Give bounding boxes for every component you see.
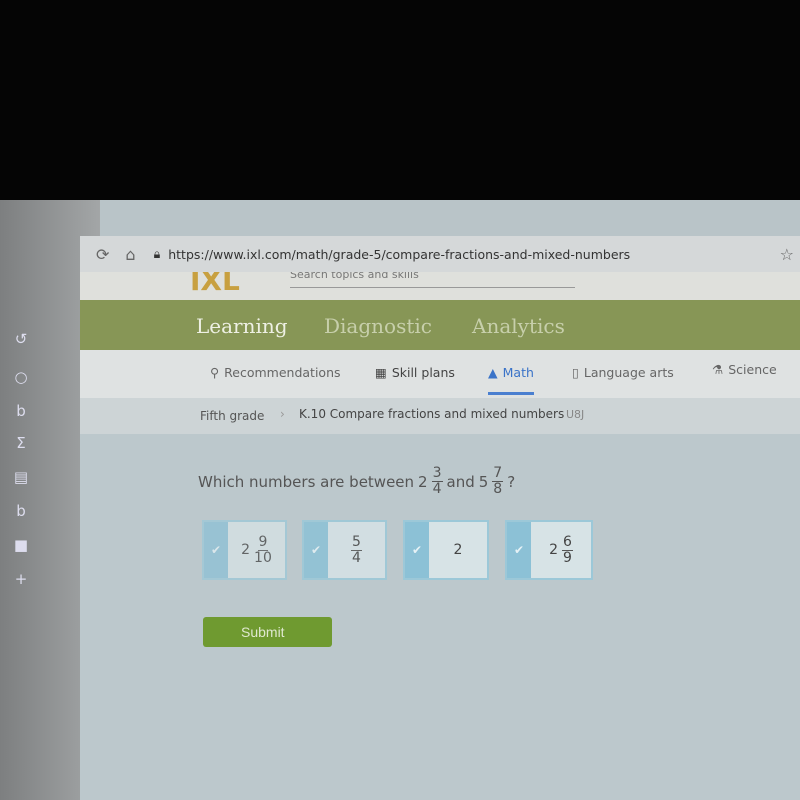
fraction: 69 — [562, 533, 573, 566]
circle-icon[interactable]: ○ — [12, 368, 30, 386]
browser-toolbar: ⟳ ⌂ 🔒︎ https://www.ixl.com/math/grade-5/… — [80, 236, 800, 272]
whole: 2 — [549, 542, 558, 558]
check-icon: ✔ — [304, 522, 328, 578]
fraction: 54 — [351, 533, 362, 566]
numerator: 5 — [351, 533, 362, 551]
check-icon: ✔ — [507, 522, 531, 578]
skill-plans-icon: ▦ — [375, 365, 387, 380]
whole: 2 — [241, 542, 251, 558]
recommendations-icon: ⚲ — [210, 365, 220, 380]
subject-nav: ⚲ Recommendations ▦ Skill plans ▲ Math ▯ Lan… — [80, 350, 800, 398]
breadcrumb: Fifth grade › K.10 Compare fractions and… — [80, 398, 800, 434]
answer-option[interactable]: ✔ 2 — [403, 520, 489, 580]
square-icon[interactable]: ■ — [12, 536, 30, 554]
whole: 2 — [418, 472, 428, 491]
nav-language-arts[interactable]: ▯ Language arts — [572, 365, 674, 380]
tab-diagnostic[interactable]: Diagnostic — [324, 314, 432, 338]
denominator: 4 — [352, 549, 361, 566]
nav-label: Language arts — [583, 365, 674, 380]
search-input[interactable]: Search topics and skills — [290, 272, 575, 288]
math-pyramid-icon: ▲ — [488, 365, 498, 380]
nav-math[interactable]: ▲ Math — [488, 365, 534, 395]
reload-icon[interactable]: ⟳ — [96, 245, 109, 264]
denominator: 4 — [432, 481, 442, 497]
denominator: 8 — [493, 481, 503, 497]
answer-option[interactable]: ✔ 2 9 10 — [202, 520, 287, 580]
star-icon[interactable]: ☆ — [780, 245, 794, 264]
answer-option[interactable]: ✔ 54 — [302, 520, 387, 580]
site-header: IXL Search topics and skills — [80, 272, 800, 300]
question: Which numbers are between 2 34 and 5 78 … — [198, 466, 515, 497]
numerator: 3 — [431, 465, 443, 482]
nav-label: Math — [502, 365, 534, 380]
numerator: 6 — [562, 533, 573, 551]
book-icon: ▯ — [572, 365, 579, 380]
fraction: 34 — [431, 465, 443, 497]
sigma-icon[interactable]: Σ — [12, 434, 30, 452]
whole: 5 — [478, 472, 489, 491]
nav-skill-plans[interactable]: ▦ Skill plans — [375, 365, 455, 380]
ixl-logo[interactable]: IXL — [190, 272, 270, 294]
nav-label: Science — [728, 362, 777, 377]
numerator: 7 — [492, 465, 504, 482]
nav-label: Skill plans — [391, 365, 455, 380]
nav-recommendations[interactable]: ⚲ Recommendations — [210, 365, 341, 380]
question-text: Which numbers are between — [198, 472, 415, 491]
numerator: 9 — [257, 533, 269, 551]
answer-option[interactable]: ✔ 269 — [505, 520, 593, 580]
flask-icon: ⚗ — [712, 362, 724, 377]
denominator: 9 — [563, 549, 572, 566]
pen-icon[interactable]: b — [12, 402, 30, 420]
fraction: 78 — [492, 465, 504, 497]
pen-icon[interactable]: b — [12, 502, 30, 520]
tab-analytics[interactable]: Analytics — [472, 314, 565, 338]
check-icon: ✔ — [405, 522, 429, 578]
lock-icon: 🔒︎ — [153, 246, 161, 261]
main-tabs: Learning Diagnostic Analytics — [80, 300, 800, 350]
nav-science[interactable]: ⚗ Science — [712, 362, 777, 377]
address-bar[interactable]: 🔒︎ https://www.ixl.com/math/grade-5/comp… — [154, 246, 631, 262]
skill-code: U8J — [566, 408, 585, 421]
home-icon[interactable]: ⌂ — [125, 245, 135, 264]
tab-learning[interactable]: Learning — [196, 314, 288, 338]
fraction: 9 10 — [254, 533, 272, 566]
check-icon: ✔ — [204, 522, 228, 578]
undo-icon[interactable]: ↺ — [12, 330, 30, 348]
denominator: 10 — [254, 549, 272, 566]
breadcrumb-grade[interactable]: Fifth grade — [200, 409, 264, 423]
question-text: and — [446, 472, 475, 491]
chevron-right-icon: › — [280, 407, 285, 421]
submit-button[interactable]: Submit — [203, 617, 332, 647]
whole: 2 — [453, 542, 463, 558]
url-text: https://www.ixl.com/math/grade-5/compare… — [168, 246, 631, 262]
nav-label: Recommendations — [224, 365, 341, 380]
plus-icon[interactable]: + — [12, 570, 30, 588]
question-text: ? — [507, 472, 516, 491]
breadcrumb-skill: K.10 Compare fractions and mixed numbers — [299, 407, 565, 421]
grid-icon[interactable]: ▤ — [12, 468, 30, 486]
